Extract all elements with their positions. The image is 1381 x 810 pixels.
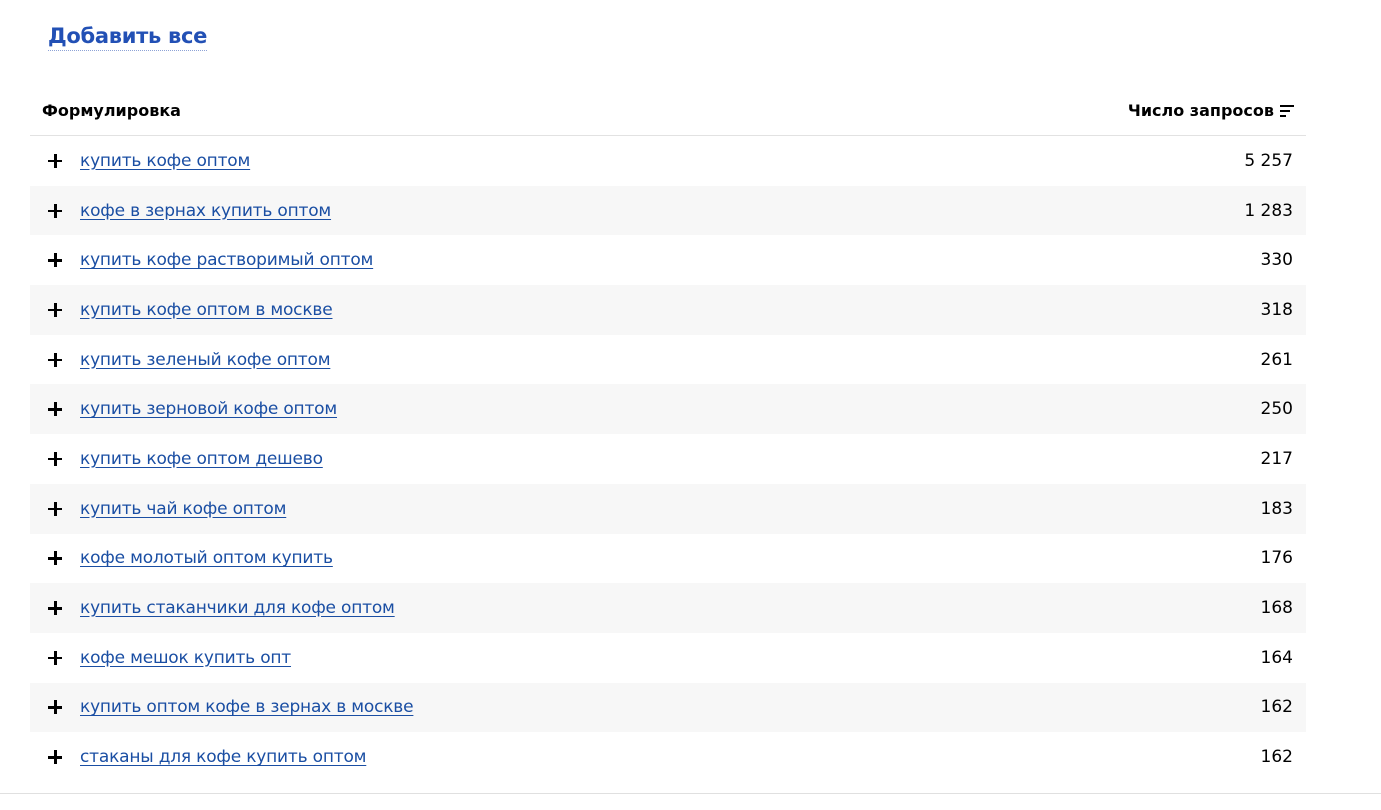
plus-icon[interactable] [48, 451, 62, 466]
plus-icon[interactable] [48, 402, 62, 417]
add-all-link[interactable]: Добавить все [48, 22, 207, 51]
plus-icon[interactable] [48, 153, 62, 168]
phrase-link[interactable]: купить кофе оптом в москве [80, 300, 1261, 320]
table-row: кофе молотый оптом купить 176 [30, 534, 1306, 584]
phrase-link[interactable]: купить чай кофе оптом [80, 499, 1261, 519]
plus-icon[interactable] [48, 203, 62, 218]
plus-icon[interactable] [48, 601, 62, 616]
table-row: купить кофе оптом дешево 217 [30, 434, 1306, 484]
phrase-link[interactable]: купить зеленый кофе оптом [80, 350, 1261, 370]
table-row: купить чай кофе оптом 183 [30, 483, 1306, 534]
phrase-link[interactable]: купить стаканчики для кофе оптом [80, 598, 1261, 618]
plus-icon[interactable] [48, 501, 62, 516]
query-count: 250 [1260, 399, 1293, 420]
table-row: купить кофе оптом 5 257 [30, 136, 1306, 186]
query-count: 164 [1260, 647, 1293, 668]
query-count: 162 [1260, 697, 1293, 718]
query-count: 261 [1260, 349, 1293, 370]
plus-icon[interactable] [48, 700, 62, 715]
phrase-link[interactable]: кофе мешок купить опт [80, 648, 1261, 668]
plus-icon[interactable] [48, 650, 62, 665]
column-header-count: Число запросов [1127, 101, 1274, 120]
phrase-link[interactable]: купить кофе растворимый оптом [80, 250, 1261, 270]
table-row: кофе в зернах купить оптом 1 283 [30, 185, 1306, 236]
query-count: 1 283 [1244, 200, 1293, 221]
query-count: 183 [1260, 498, 1293, 519]
phrase-link[interactable]: кофе в зернах купить оптом [80, 201, 1244, 221]
table-row: стаканы для кофе купить оптом 162 [30, 732, 1306, 782]
column-header-phrase: Формулировка [42, 101, 181, 120]
query-count: 5 257 [1244, 150, 1293, 171]
table-row: купить стаканчики для кофе оптом 168 [30, 583, 1306, 633]
table-body: купить кофе оптом 5 257 кофе в зернах купи… [30, 136, 1306, 782]
phrase-link[interactable]: купить зерновой кофе оптом [80, 399, 1261, 419]
bottom-divider [0, 793, 1381, 794]
plus-icon[interactable] [48, 551, 62, 566]
query-count: 162 [1260, 747, 1293, 768]
query-count: 217 [1260, 448, 1293, 469]
phrase-link[interactable]: кофе молотый оптом купить [80, 548, 1261, 568]
phrase-link[interactable]: стаканы для кофе купить оптом [80, 747, 1261, 767]
query-count: 330 [1260, 250, 1293, 271]
table-row: кофе мешок купить опт 164 [30, 633, 1306, 683]
plus-icon[interactable] [48, 253, 62, 268]
phrase-link[interactable]: купить кофе оптом [80, 151, 1244, 171]
phrase-link[interactable]: купить оптом кофе в зернах в москве [80, 697, 1261, 717]
query-count: 176 [1260, 548, 1293, 569]
table-row: купить кофе растворимый оптом 330 [30, 235, 1306, 285]
table-row: купить зерновой кофе оптом 250 [30, 384, 1306, 435]
table-row: купить оптом кофе в зернах в москве 162 [30, 682, 1306, 733]
sort-desc-icon [1280, 104, 1294, 117]
query-count: 168 [1260, 598, 1293, 619]
table-header: Формулировка Число запросов [30, 86, 1306, 136]
sort-by-count-button[interactable]: Число запросов [1128, 101, 1294, 120]
plus-icon[interactable] [48, 750, 62, 765]
phrase-link[interactable]: купить кофе оптом дешево [80, 449, 1261, 469]
query-count: 318 [1260, 299, 1293, 320]
wordstat-table: Формулировка Число запросов купить кофе … [30, 86, 1306, 782]
plus-icon[interactable] [48, 352, 62, 367]
plus-icon[interactable] [48, 302, 62, 317]
table-row: купить зеленый кофе оптом 261 [30, 335, 1306, 385]
table-row: купить кофе оптом в москве 318 [30, 285, 1306, 335]
